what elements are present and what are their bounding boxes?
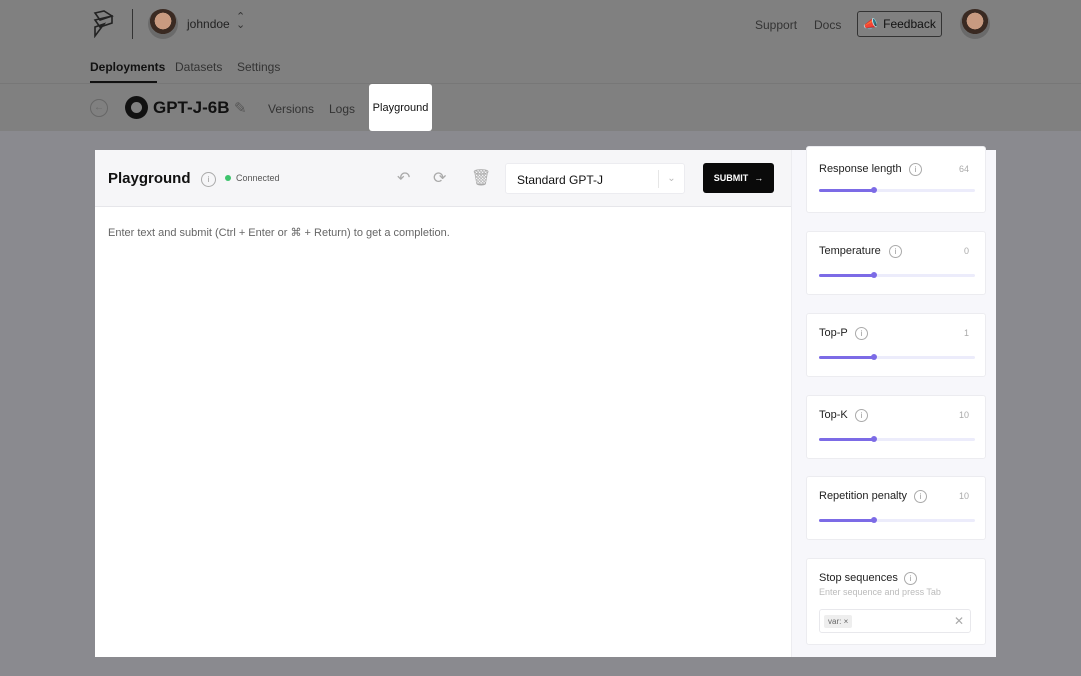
- tab-datasets[interactable]: Datasets: [175, 60, 222, 74]
- stop-sequences: Stop sequences i Enter sequence and press…: [806, 558, 986, 645]
- chevron-updown-icon[interactable]: ⌃ ⌄: [236, 12, 245, 31]
- docs-link[interactable]: Docs: [814, 18, 841, 32]
- feedback-button[interactable]: 📣 Feedback: [857, 11, 942, 37]
- active-tab-indicator: [90, 81, 157, 83]
- username[interactable]: johndoe: [187, 17, 230, 31]
- param-temperature: Temperature i 0: [806, 231, 986, 295]
- back-button[interactable]: ←: [90, 99, 108, 117]
- slider[interactable]: [819, 354, 975, 360]
- info-icon[interactable]: i: [904, 572, 917, 585]
- divider: [132, 9, 133, 39]
- submit-button[interactable]: SUBMIT →: [703, 163, 774, 193]
- avatar[interactable]: [148, 9, 178, 39]
- param-response-length: Response length i 64: [806, 146, 986, 213]
- info-icon[interactable]: i: [855, 409, 868, 422]
- page-title: Playground: [108, 170, 191, 187]
- divider: [0, 83, 1081, 84]
- info-icon[interactable]: i: [909, 163, 922, 176]
- info-icon[interactable]: i: [914, 490, 927, 503]
- slider[interactable]: [819, 436, 975, 442]
- info-icon[interactable]: i: [855, 327, 868, 340]
- clear-icon[interactable]: ✕: [954, 614, 964, 628]
- status-text: Connected: [236, 173, 280, 183]
- slider[interactable]: [819, 272, 975, 278]
- tab-deployments[interactable]: Deployments: [90, 60, 165, 74]
- tab-settings[interactable]: Settings: [237, 60, 280, 74]
- tab-playground[interactable]: Playground: [369, 84, 432, 131]
- status-dot: [225, 175, 231, 181]
- tab-versions[interactable]: Versions: [268, 102, 314, 116]
- param-repetition-penalty: Repetition penalty i 10: [806, 476, 986, 540]
- model-name: GPT-J-6B: [153, 98, 230, 117]
- logo-icon: [93, 10, 114, 38]
- stop-chip: var: ×: [824, 615, 853, 628]
- edit-pencil-icon[interactable]: ✎: [234, 99, 247, 117]
- model-select[interactable]: Standard GPT-J ⌄: [505, 163, 685, 194]
- remove-chip-icon[interactable]: ×: [844, 617, 849, 626]
- prompt-input[interactable]: Enter text and submit (Ctrl + Enter or ⌘…: [108, 226, 450, 239]
- refresh-icon[interactable]: ⟳: [433, 168, 446, 188]
- arrow-right-icon: →: [754, 173, 764, 183]
- param-top-p: Top-P i 1: [806, 313, 986, 377]
- info-icon[interactable]: i: [201, 172, 216, 187]
- megaphone-icon: 📣: [863, 17, 879, 31]
- playground-panel: Playground i Connected ↶ ⟳ 🗑 Standard GP…: [95, 146, 996, 657]
- model-icon: [125, 96, 148, 119]
- stop-sequence-input[interactable]: var: × ✕: [819, 609, 971, 633]
- chevron-down-icon: ⌄: [658, 170, 684, 188]
- tab-logs[interactable]: Logs: [329, 102, 355, 116]
- info-icon[interactable]: i: [889, 245, 902, 258]
- slider[interactable]: [819, 187, 975, 193]
- support-link[interactable]: Support: [755, 18, 797, 32]
- parameters-sidebar: Response length i 64 Temperature i 0 Top-P…: [791, 146, 996, 657]
- playground-header: Playground i Connected ↶ ⟳ 🗑 Standard GP…: [95, 150, 791, 207]
- undo-icon[interactable]: ↶: [397, 168, 410, 188]
- slider[interactable]: [819, 517, 975, 523]
- trash-icon[interactable]: 🗑: [471, 168, 491, 188]
- user-avatar[interactable]: [960, 9, 990, 39]
- param-top-k: Top-K i 10: [806, 395, 986, 459]
